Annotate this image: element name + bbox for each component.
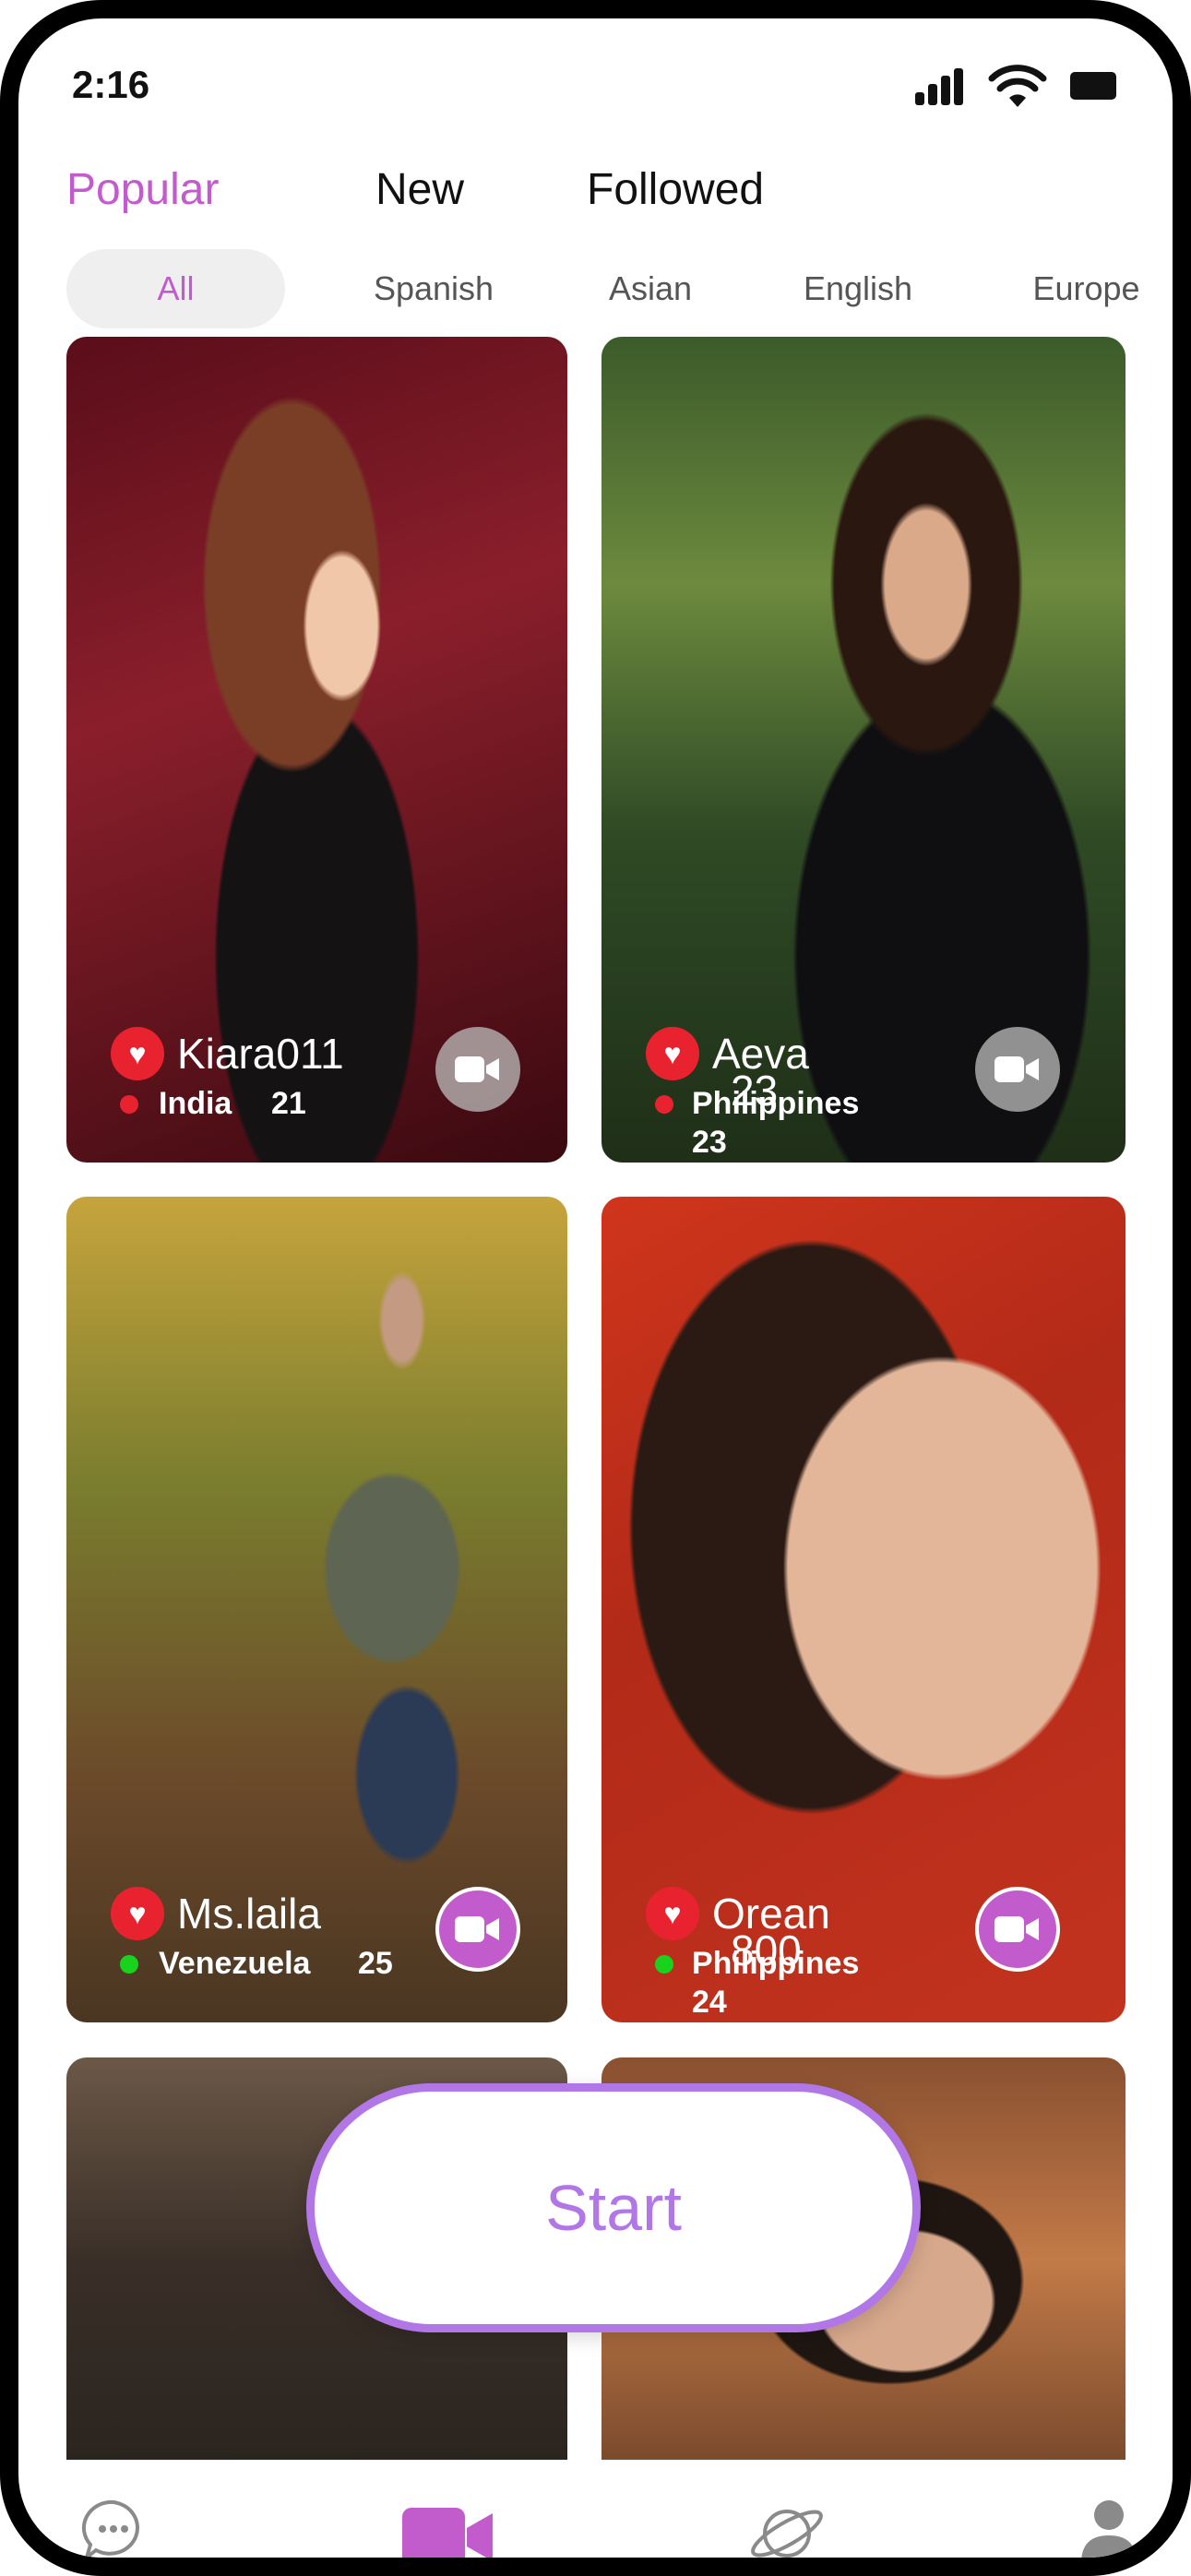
signal-icon [915,68,963,105]
profile-name: Kiara011 [177,1030,344,1078]
video-camera-icon [455,1916,499,1942]
status-dot [120,1955,138,1974]
wifi-icon [988,65,1047,107]
profile-country: Venezuela [159,1946,311,1981]
chip-english[interactable]: English [775,249,941,328]
user-icon[interactable] [1079,2498,1138,2563]
profile-age: 24 [692,1985,727,2020]
profile-country: Philippines [692,1946,860,1981]
bottom-nav [37,2460,1173,2570]
profile-card[interactable]: ♥ Orean 800 Philippines 24 [601,1197,1125,2022]
profile-age: 25 [358,1946,393,1981]
video-camera-icon [994,1056,1039,1082]
video-camera-icon [994,1916,1039,1942]
tab-new[interactable]: New [375,164,464,215]
planet-icon[interactable] [745,2497,828,2570]
profile-card[interactable]: ♥ Kiara011 India 21 [66,337,567,1163]
phone-frame: 2:16 Popular New Followed All Spanish As… [0,0,1191,2576]
chip-europe[interactable]: Europe [1006,249,1167,328]
profile-country: Philippines [692,1086,860,1121]
chat-bubble-icon[interactable] [81,2498,146,2563]
video-camera-icon [455,1056,499,1082]
video-call-button[interactable] [975,1027,1060,1112]
battery-icon [1070,72,1116,100]
heart-icon[interactable]: ♥ [111,1887,164,1940]
status-time: 2:16 [72,63,150,106]
tab-popular[interactable]: Popular [66,164,219,215]
chip-all[interactable]: All [66,249,285,328]
profile-age: 21 [271,1086,306,1121]
profile-card[interactable]: ♥ Aeva 23 Philippines 23 [601,337,1125,1163]
status-dot [655,1095,673,1114]
video-call-button[interactable] [975,1887,1060,1972]
tab-followed[interactable]: Followed [587,164,764,215]
profile-card[interactable]: ♥ Ms.laila Venezuela 25 [66,1197,567,2022]
video-call-button[interactable] [435,1887,520,1972]
video-call-button[interactable] [435,1027,520,1112]
profile-country: India [159,1086,232,1121]
heart-icon[interactable]: ♥ [646,1027,699,1080]
status-dot [655,1955,673,1974]
profile-age: 23 [692,1125,727,1160]
heart-icon[interactable]: ♥ [111,1027,164,1080]
profile-name: Ms.laila [177,1890,321,1938]
start-button[interactable]: Start [306,2083,921,2332]
status-dot [120,1095,138,1114]
video-camera-icon[interactable] [402,2508,494,2567]
heart-icon[interactable]: ♥ [646,1887,699,1940]
chip-asian[interactable]: Asian [581,249,720,328]
chip-spanish[interactable]: Spanish [341,249,526,328]
